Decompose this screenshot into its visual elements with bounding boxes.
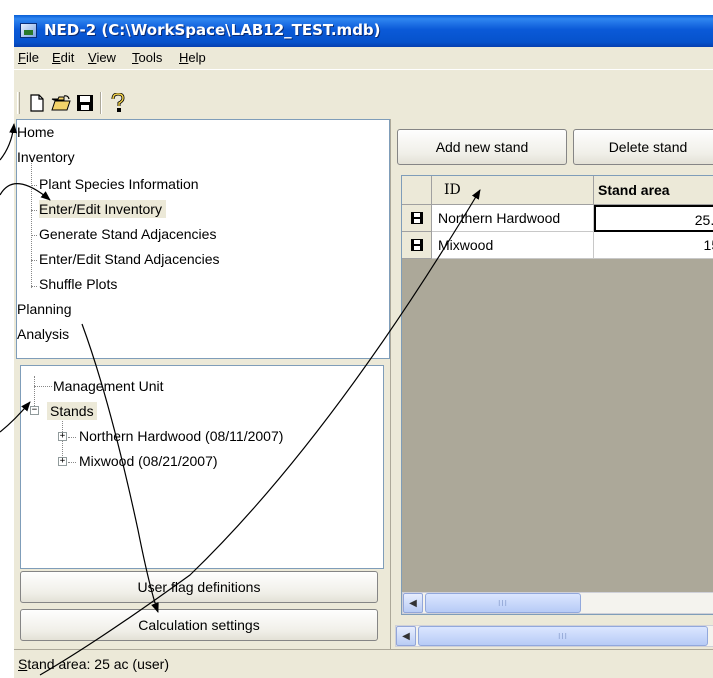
tree-connector (68, 462, 76, 463)
save-button[interactable] (74, 92, 96, 114)
stand-grid: ID Stand area Northern Hardwood 25.0 Mix… (401, 175, 713, 615)
title-bar[interactable]: NED-2 (C:\WorkSpace\LAB12_TEST.mdb) (14, 15, 713, 47)
menu-file-accel: F (18, 50, 26, 65)
nav-item-shuffle-plots[interactable]: Shuffle Plots (39, 275, 117, 293)
window-title: NED-2 (C:\WorkSpace\LAB12_TEST.mdb) (44, 21, 381, 39)
help-question-icon (111, 93, 125, 112)
open-folder-icon (51, 95, 71, 111)
scrollbar-thumb[interactable]: III (418, 626, 708, 646)
scrollbar-thumb[interactable]: III (425, 593, 581, 613)
nav-item-plant-species[interactable]: Plant Species Information (39, 175, 199, 193)
tree-connector (31, 235, 37, 236)
save-disk-icon (77, 95, 93, 111)
menu-help[interactable]: Help (179, 50, 206, 65)
menu-edit[interactable]: Edit (52, 50, 74, 65)
grid-horizontal-scrollbar[interactable]: ◀ III (402, 592, 713, 614)
menu-help-accel: H (179, 50, 189, 65)
tree-connector (31, 286, 37, 287)
tree-connector (68, 437, 76, 438)
column-header-stand-area[interactable]: Stand area (594, 176, 713, 205)
unit-item-stand-mixwood[interactable]: Mixwood (08/21/2007) (79, 452, 218, 470)
grid-cell-id[interactable]: Mixwood (432, 232, 594, 259)
nav-item-analysis[interactable]: Analysis (17, 325, 69, 343)
menu-help-label: elp (188, 50, 206, 65)
tree-connector (31, 158, 32, 288)
ned-app-icon[interactable] (20, 23, 37, 38)
nav-item-home[interactable]: Home (17, 123, 54, 141)
nav-item-generate-adjacencies[interactable]: Generate Stand Adjacencies (39, 225, 216, 243)
unit-item-stands[interactable]: Stands (47, 402, 97, 420)
scroll-left-arrow-icon[interactable]: ◀ (403, 593, 423, 613)
toolbar-separator (100, 92, 102, 114)
tree-connector (34, 386, 52, 387)
row-header[interactable] (402, 205, 432, 232)
unit-item-stand-northern-hardwood[interactable]: Northern Hardwood (08/11/2007) (79, 427, 283, 445)
menu-file-label: ile (25, 50, 39, 65)
nav-item-enter-edit-adjacencies[interactable]: Enter/Edit Stand Adjacencies (39, 250, 220, 268)
menu-tools[interactable]: Tools (132, 50, 162, 65)
toolbar-grip[interactable] (17, 92, 20, 114)
nav-item-inventory[interactable]: Inventory (17, 148, 75, 166)
grid-cell-stand-area[interactable]: 25.0 (594, 205, 713, 232)
annotation-arrow-inventory (0, 123, 18, 161)
nav-item-planning[interactable]: Planning (17, 300, 72, 318)
expand-toggle-icon[interactable]: + (58, 457, 67, 466)
unit-item-management-unit[interactable]: Management Unit (53, 377, 164, 395)
menu-edit-label: dit (60, 50, 75, 65)
management-unit-tree: Management Unit − Stands + Northern Hard… (20, 365, 384, 569)
tree-connector (31, 185, 37, 186)
record-save-icon (410, 212, 423, 224)
tree-connector (31, 210, 37, 211)
grid-cell-id[interactable]: Northern Hardwood (432, 205, 594, 232)
stand-editor-pane: Add new stand Delete stand ID Stand area… (390, 119, 713, 649)
help-button[interactable] (107, 92, 129, 114)
menu-file[interactable]: File (18, 50, 39, 65)
scroll-left-arrow-icon[interactable]: ◀ (396, 626, 416, 646)
record-save-icon (410, 239, 423, 251)
menu-tools-label: ools (138, 50, 163, 65)
row-header[interactable] (402, 232, 432, 259)
expand-toggle-icon[interactable]: + (58, 432, 67, 441)
new-file-button[interactable] (26, 92, 48, 114)
nav-item-enter-edit-inventory[interactable]: Enter/Edit Inventory (39, 200, 166, 218)
tree-connector (31, 260, 37, 261)
menu-view[interactable]: View (88, 50, 116, 65)
menu-edit-accel: E (52, 50, 61, 65)
user-flag-definitions-button[interactable]: User flag definitions (20, 571, 378, 603)
pane-horizontal-scrollbar[interactable]: ◀ III (395, 625, 713, 647)
calculation-settings-button[interactable]: Calculation settings (20, 609, 378, 641)
grid-corner-header (402, 176, 432, 205)
grid-cell-stand-area[interactable]: 15. (594, 232, 713, 259)
menu-view-label: iew (96, 50, 116, 65)
status-text-accel: S (18, 656, 28, 672)
navigation-tree: Home Inventory Plant Species Information… (16, 119, 390, 359)
open-file-button[interactable] (50, 92, 72, 114)
column-header-id[interactable]: ID (432, 176, 594, 205)
status-bar: Stand area: 25 ac (user) (14, 649, 713, 678)
add-new-stand-button[interactable]: Add new stand (397, 129, 567, 165)
application-window: NED-2 (C:\WorkSpace\LAB12_TEST.mdb) File… (14, 15, 713, 678)
new-file-icon (30, 94, 44, 112)
delete-stand-button[interactable]: Delete stand (573, 129, 713, 165)
collapse-toggle-icon[interactable]: − (30, 406, 39, 415)
status-text: tand area: 25 ac (user) (27, 656, 169, 672)
menu-bar: File Edit View Tools Help (14, 47, 713, 69)
